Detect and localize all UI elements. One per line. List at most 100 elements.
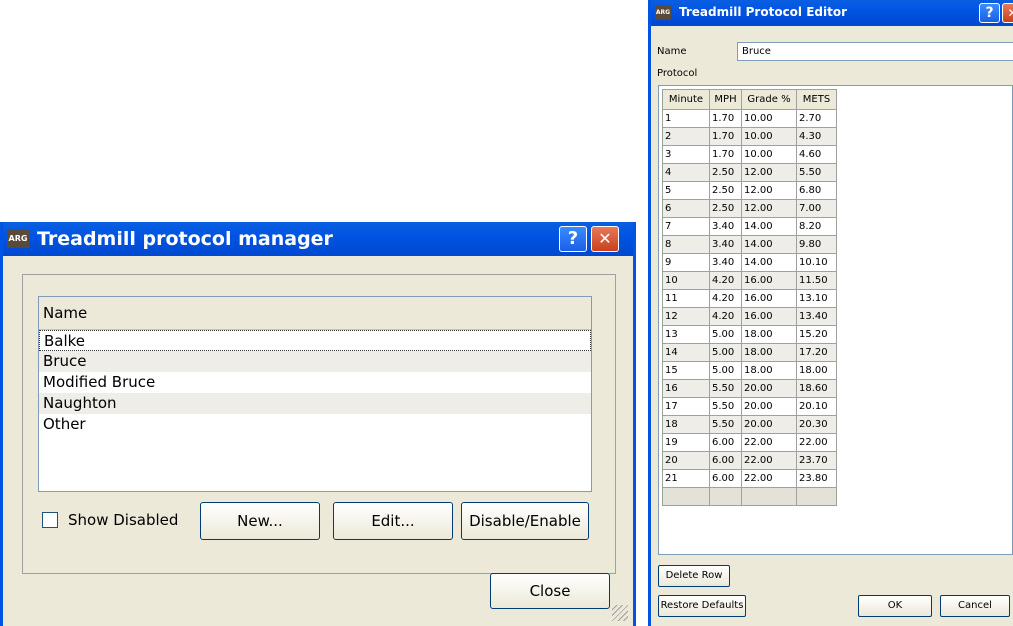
cell-grade[interactable]: 12.00 <box>741 181 797 200</box>
table-row[interactable]: 6 2.50 12.00 7.00 <box>662 199 837 218</box>
table-row[interactable]: 2 1.70 10.00 4.30 <box>662 127 837 146</box>
cell-mets[interactable]: 4.60 <box>796 145 837 164</box>
cell-mets[interactable]: 2.70 <box>796 109 837 128</box>
protocol-grid[interactable]: Minute MPH Grade % METS 1 1.70 10.00 2.70 2 1… <box>658 85 1013 555</box>
editor-title-bar[interactable]: ARG Treadmill Protocol Editor ? ✕ <box>651 0 1013 26</box>
cell-grade[interactable]: 10.00 <box>741 145 797 164</box>
table-row[interactable]: 10 4.20 16.00 11.50 <box>662 271 837 290</box>
cell-mets[interactable]: 7.00 <box>796 199 837 218</box>
cell-grade[interactable]: 20.00 <box>741 397 797 416</box>
disable-enable-button[interactable]: Disable/Enable <box>461 502 589 540</box>
cell-mph[interactable]: 6.00 <box>709 469 742 488</box>
protocol-list[interactable]: Name Balke Bruce Modified Bruce Naughton… <box>38 296 592 492</box>
table-row[interactable]: 14 5.00 18.00 17.20 <box>662 343 837 362</box>
cell-grade[interactable]: 18.00 <box>741 343 797 362</box>
cell-minute[interactable]: 19 <box>662 433 710 452</box>
cell-mph[interactable]: 1.70 <box>709 145 742 164</box>
close-window-button[interactable]: ✕ <box>591 226 619 252</box>
list-item[interactable]: Naughton <box>39 393 591 414</box>
cell-minute[interactable]: 20 <box>662 451 710 470</box>
table-row[interactable]: 19 6.00 22.00 22.00 <box>662 433 837 452</box>
new-button[interactable]: New... <box>200 502 320 540</box>
cell-mets[interactable]: 17.20 <box>796 343 837 362</box>
cell-minute[interactable]: 14 <box>662 343 710 362</box>
cell-grade[interactable]: 16.00 <box>741 307 797 326</box>
table-row[interactable]: 1 1.70 10.00 2.70 <box>662 109 837 128</box>
cell-mph[interactable]: 1.70 <box>709 109 742 128</box>
cell-minute[interactable]: 13 <box>662 325 710 344</box>
table-row[interactable]: 5 2.50 12.00 6.80 <box>662 181 837 200</box>
cell-grade[interactable]: 10.00 <box>741 127 797 146</box>
show-disabled-checkbox[interactable] <box>42 512 58 528</box>
cell-minute[interactable]: 7 <box>662 217 710 236</box>
table-row[interactable]: 15 5.00 18.00 18.00 <box>662 361 837 380</box>
cell-grade[interactable]: 10.00 <box>741 109 797 128</box>
list-item[interactable]: Bruce <box>39 351 591 372</box>
delete-row-button[interactable]: Delete Row <box>658 565 730 587</box>
cell-grade[interactable]: 12.00 <box>741 199 797 218</box>
cell-mets[interactable]: 5.50 <box>796 163 837 182</box>
cell-mets[interactable]: 23.70 <box>796 451 837 470</box>
cell-grade[interactable]: 22.00 <box>741 469 797 488</box>
cell-minute[interactable]: 8 <box>662 235 710 254</box>
cell-mets[interactable]: 9.80 <box>796 235 837 254</box>
cell-grade[interactable]: 14.00 <box>741 235 797 254</box>
cell-mph[interactable]: 6.00 <box>709 451 742 470</box>
cell-mph[interactable]: 5.50 <box>709 379 742 398</box>
close-window-button[interactable]: ✕ <box>1002 3 1013 23</box>
cell-mph[interactable]: 3.40 <box>709 217 742 236</box>
table-row[interactable]: 9 3.40 14.00 10.10 <box>662 253 837 272</box>
table-row[interactable]: 12 4.20 16.00 13.40 <box>662 307 837 326</box>
cell-mph[interactable]: 2.50 <box>709 163 742 182</box>
restore-defaults-button[interactable]: Restore Defaults <box>658 595 746 617</box>
cell-minute[interactable]: 16 <box>662 379 710 398</box>
cell-minute[interactable]: 12 <box>662 307 710 326</box>
cell-minute[interactable]: 1 <box>662 109 710 128</box>
cell-grade[interactable]: 22.00 <box>741 433 797 452</box>
table-row[interactable]: 20 6.00 22.00 23.70 <box>662 451 837 470</box>
help-button[interactable]: ? <box>559 226 587 252</box>
cell-mets[interactable]: 18.00 <box>796 361 837 380</box>
cell-mph[interactable]: 3.40 <box>709 235 742 254</box>
cell-minute[interactable]: 5 <box>662 181 710 200</box>
cell-grade[interactable]: 20.00 <box>741 415 797 434</box>
cell-minute[interactable]: 15 <box>662 361 710 380</box>
cell-mets[interactable]: 11.50 <box>796 271 837 290</box>
cell-mph[interactable]: 4.20 <box>709 271 742 290</box>
list-item[interactable]: Other <box>39 414 591 435</box>
cell-mph[interactable]: 5.50 <box>709 415 742 434</box>
cell-mets[interactable]: 6.80 <box>796 181 837 200</box>
cell-minute[interactable]: 9 <box>662 253 710 272</box>
table-row[interactable]: 13 5.00 18.00 15.20 <box>662 325 837 344</box>
edit-button[interactable]: Edit... <box>333 502 453 540</box>
cell-mets[interactable]: 10.10 <box>796 253 837 272</box>
cell-minute[interactable]: 6 <box>662 199 710 218</box>
table-row[interactable]: 17 5.50 20.00 20.10 <box>662 397 837 416</box>
cell-mets[interactable]: 23.80 <box>796 469 837 488</box>
help-button[interactable]: ? <box>979 3 1000 23</box>
empty-cell[interactable] <box>796 487 837 506</box>
cell-mets[interactable]: 15.20 <box>796 325 837 344</box>
cell-mets[interactable]: 8.20 <box>796 217 837 236</box>
ok-button[interactable]: OK <box>858 595 932 617</box>
empty-cell[interactable] <box>662 487 710 506</box>
cell-minute[interactable]: 18 <box>662 415 710 434</box>
cell-minute[interactable]: 3 <box>662 145 710 164</box>
empty-cell[interactable] <box>741 487 797 506</box>
cell-mets[interactable]: 20.30 <box>796 415 837 434</box>
cell-mph[interactable]: 4.20 <box>709 307 742 326</box>
table-row[interactable]: 16 5.50 20.00 18.60 <box>662 379 837 398</box>
resize-grip[interactable] <box>612 605 628 621</box>
cell-grade[interactable]: 18.00 <box>741 325 797 344</box>
cell-mets[interactable]: 13.40 <box>796 307 837 326</box>
cell-mets[interactable]: 13.10 <box>796 289 837 308</box>
list-header-name[interactable]: Name <box>39 297 591 330</box>
column-header-mph[interactable]: MPH <box>709 89 742 110</box>
cell-grade[interactable]: 14.00 <box>741 253 797 272</box>
cell-mph[interactable]: 1.70 <box>709 127 742 146</box>
cell-mets[interactable]: 20.10 <box>796 397 837 416</box>
table-row[interactable]: 7 3.40 14.00 8.20 <box>662 217 837 236</box>
table-row[interactable]: 8 3.40 14.00 9.80 <box>662 235 837 254</box>
table-row[interactable]: 21 6.00 22.00 23.80 <box>662 469 837 488</box>
manager-title-bar[interactable]: ARG Treadmill protocol manager ? ✕ <box>3 222 633 256</box>
